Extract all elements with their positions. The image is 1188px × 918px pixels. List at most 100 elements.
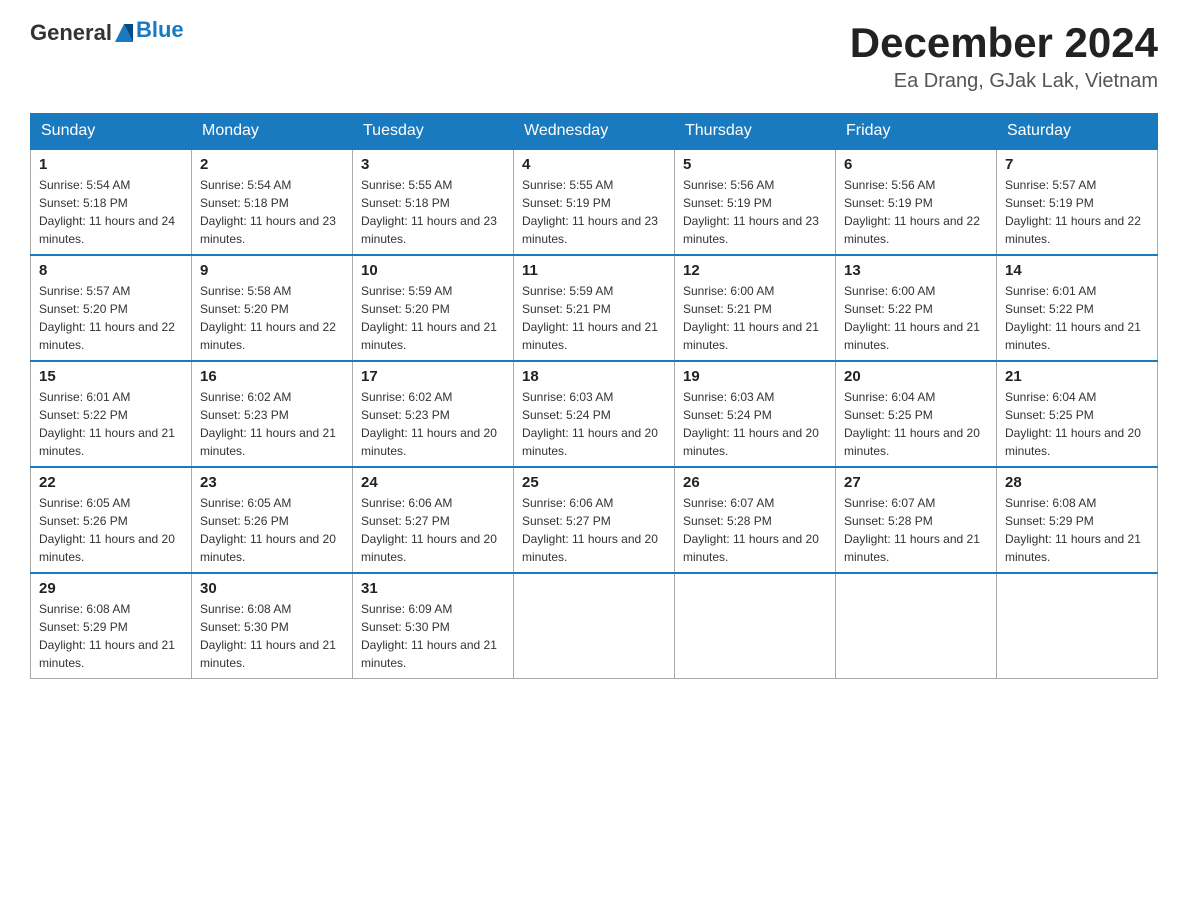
day-number: 28 bbox=[1005, 474, 1149, 491]
calendar-day-cell: 31Sunrise: 6:09 AMSunset: 5:30 PMDayligh… bbox=[353, 573, 514, 679]
calendar-week-row: 15Sunrise: 6:01 AMSunset: 5:22 PMDayligh… bbox=[31, 361, 1158, 467]
day-number: 8 bbox=[39, 262, 183, 279]
calendar-day-cell: 2 Sunrise: 5:54 AMSunset: 5:18 PMDaylight… bbox=[192, 149, 353, 255]
day-of-week-header: Tuesday bbox=[353, 114, 514, 150]
day-info: Sunrise: 5:58 AMSunset: 5:20 PMDaylight:… bbox=[200, 282, 344, 354]
day-of-week-header: Monday bbox=[192, 114, 353, 150]
day-of-week-header: Saturday bbox=[997, 114, 1158, 150]
calendar-day-cell: 3Sunrise: 5:55 AMSunset: 5:18 PMDaylight… bbox=[353, 149, 514, 255]
month-year-title: December 2024 bbox=[850, 20, 1158, 66]
day-number: 27 bbox=[844, 474, 988, 491]
calendar-day-cell: 10Sunrise: 5:59 AMSunset: 5:20 PMDayligh… bbox=[353, 255, 514, 361]
calendar-day-cell: 6 Sunrise: 5:56 AMSunset: 5:19 PMDaylight… bbox=[836, 149, 997, 255]
calendar-week-row: 1 Sunrise: 5:54 AMSunset: 5:18 PMDaylight… bbox=[31, 149, 1158, 255]
calendar-day-cell: 7 Sunrise: 5:57 AMSunset: 5:19 PMDaylight… bbox=[997, 149, 1158, 255]
day-number: 2 bbox=[200, 156, 344, 173]
day-number: 7 bbox=[1005, 156, 1149, 173]
day-info: Sunrise: 5:56 AMSunset: 5:19 PMDaylight:… bbox=[683, 176, 827, 248]
calendar-day-cell: 13 Sunrise: 6:00 AMSunset: 5:22 PMDayligh… bbox=[836, 255, 997, 361]
day-number: 3 bbox=[361, 156, 505, 173]
day-info: Sunrise: 6:04 AMSunset: 5:25 PMDaylight:… bbox=[1005, 388, 1149, 460]
logo-icon bbox=[113, 22, 135, 44]
day-info: Sunrise: 5:54 AMSunset: 5:18 PMDaylight:… bbox=[200, 176, 344, 248]
calendar-day-cell: 29Sunrise: 6:08 AMSunset: 5:29 PMDayligh… bbox=[31, 573, 192, 679]
calendar-day-cell bbox=[675, 573, 836, 679]
day-number: 23 bbox=[200, 474, 344, 491]
day-info: Sunrise: 6:07 AMSunset: 5:28 PMDaylight:… bbox=[683, 494, 827, 566]
calendar-day-cell: 18 Sunrise: 6:03 AMSunset: 5:24 PMDayligh… bbox=[514, 361, 675, 467]
calendar-day-cell: 12Sunrise: 6:00 AMSunset: 5:21 PMDayligh… bbox=[675, 255, 836, 361]
day-number: 16 bbox=[200, 368, 344, 385]
day-number: 19 bbox=[683, 368, 827, 385]
logo-text-general: General bbox=[30, 20, 112, 46]
calendar-day-cell: 16 Sunrise: 6:02 AMSunset: 5:23 PMDayligh… bbox=[192, 361, 353, 467]
day-of-week-header: Thursday bbox=[675, 114, 836, 150]
day-number: 14 bbox=[1005, 262, 1149, 279]
day-info: Sunrise: 6:01 AMSunset: 5:22 PMDaylight:… bbox=[1005, 282, 1149, 354]
day-number: 26 bbox=[683, 474, 827, 491]
logo: General Blue bbox=[30, 20, 184, 46]
day-number: 17 bbox=[361, 368, 505, 385]
calendar-week-row: 29Sunrise: 6:08 AMSunset: 5:29 PMDayligh… bbox=[31, 573, 1158, 679]
day-number: 30 bbox=[200, 580, 344, 597]
calendar-day-cell: 17 Sunrise: 6:02 AMSunset: 5:23 PMDayligh… bbox=[353, 361, 514, 467]
day-info: Sunrise: 6:07 AMSunset: 5:28 PMDaylight:… bbox=[844, 494, 988, 566]
day-info: Sunrise: 5:54 AMSunset: 5:18 PMDaylight:… bbox=[39, 176, 183, 248]
day-info: Sunrise: 5:57 AMSunset: 5:19 PMDaylight:… bbox=[1005, 176, 1149, 248]
calendar-week-row: 8Sunrise: 5:57 AMSunset: 5:20 PMDaylight… bbox=[31, 255, 1158, 361]
day-info: Sunrise: 5:59 AMSunset: 5:21 PMDaylight:… bbox=[522, 282, 666, 354]
day-info: Sunrise: 5:56 AMSunset: 5:19 PMDaylight:… bbox=[844, 176, 988, 248]
day-info: Sunrise: 6:06 AMSunset: 5:27 PMDaylight:… bbox=[522, 494, 666, 566]
day-info: Sunrise: 6:09 AMSunset: 5:30 PMDaylight:… bbox=[361, 600, 505, 672]
calendar-day-cell: 15Sunrise: 6:01 AMSunset: 5:22 PMDayligh… bbox=[31, 361, 192, 467]
day-info: Sunrise: 6:08 AMSunset: 5:29 PMDaylight:… bbox=[1005, 494, 1149, 566]
calendar-day-cell: 11 Sunrise: 5:59 AMSunset: 5:21 PMDayligh… bbox=[514, 255, 675, 361]
day-number: 5 bbox=[683, 156, 827, 173]
calendar-day-cell: 23 Sunrise: 6:05 AMSunset: 5:26 PMDayligh… bbox=[192, 467, 353, 573]
day-info: Sunrise: 6:00 AMSunset: 5:21 PMDaylight:… bbox=[683, 282, 827, 354]
day-number: 25 bbox=[522, 474, 666, 491]
calendar-day-cell: 30 Sunrise: 6:08 AMSunset: 5:30 PMDayligh… bbox=[192, 573, 353, 679]
calendar-week-row: 22 Sunrise: 6:05 AMSunset: 5:26 PMDayligh… bbox=[31, 467, 1158, 573]
calendar-day-cell: 26 Sunrise: 6:07 AMSunset: 5:28 PMDayligh… bbox=[675, 467, 836, 573]
day-number: 21 bbox=[1005, 368, 1149, 385]
calendar-day-cell: 28 Sunrise: 6:08 AMSunset: 5:29 PMDayligh… bbox=[997, 467, 1158, 573]
day-number: 13 bbox=[844, 262, 988, 279]
title-section: December 2024 Ea Drang, GJak Lak, Vietna… bbox=[850, 20, 1158, 93]
calendar-day-cell: 27 Sunrise: 6:07 AMSunset: 5:28 PMDayligh… bbox=[836, 467, 997, 573]
day-info: Sunrise: 6:03 AMSunset: 5:24 PMDaylight:… bbox=[522, 388, 666, 460]
day-info: Sunrise: 6:02 AMSunset: 5:23 PMDaylight:… bbox=[200, 388, 344, 460]
day-number: 18 bbox=[522, 368, 666, 385]
day-number: 11 bbox=[522, 262, 666, 279]
day-info: Sunrise: 6:08 AMSunset: 5:29 PMDaylight:… bbox=[39, 600, 183, 672]
day-info: Sunrise: 6:00 AMSunset: 5:22 PMDaylight:… bbox=[844, 282, 988, 354]
calendar-day-cell: 8Sunrise: 5:57 AMSunset: 5:20 PMDaylight… bbox=[31, 255, 192, 361]
logo-text-blue: Blue bbox=[136, 17, 184, 43]
day-info: Sunrise: 6:05 AMSunset: 5:26 PMDaylight:… bbox=[39, 494, 183, 566]
calendar-day-cell bbox=[997, 573, 1158, 679]
calendar-day-cell: 4Sunrise: 5:55 AMSunset: 5:19 PMDaylight… bbox=[514, 149, 675, 255]
days-of-week-row: SundayMondayTuesdayWednesdayThursdayFrid… bbox=[31, 114, 1158, 150]
day-number: 22 bbox=[39, 474, 183, 491]
calendar-day-cell: 25 Sunrise: 6:06 AMSunset: 5:27 PMDayligh… bbox=[514, 467, 675, 573]
calendar-day-cell bbox=[514, 573, 675, 679]
day-number: 6 bbox=[844, 156, 988, 173]
day-info: Sunrise: 6:05 AMSunset: 5:26 PMDaylight:… bbox=[200, 494, 344, 566]
calendar-table: SundayMondayTuesdayWednesdayThursdayFrid… bbox=[30, 113, 1158, 679]
day-number: 1 bbox=[39, 156, 183, 173]
day-info: Sunrise: 6:06 AMSunset: 5:27 PMDaylight:… bbox=[361, 494, 505, 566]
calendar-day-cell: 1 Sunrise: 5:54 AMSunset: 5:18 PMDaylight… bbox=[31, 149, 192, 255]
calendar-body: 1 Sunrise: 5:54 AMSunset: 5:18 PMDaylight… bbox=[31, 149, 1158, 679]
day-of-week-header: Wednesday bbox=[514, 114, 675, 150]
day-number: 10 bbox=[361, 262, 505, 279]
calendar-day-cell: 9Sunrise: 5:58 AMSunset: 5:20 PMDaylight… bbox=[192, 255, 353, 361]
day-info: Sunrise: 6:01 AMSunset: 5:22 PMDaylight:… bbox=[39, 388, 183, 460]
day-info: Sunrise: 6:03 AMSunset: 5:24 PMDaylight:… bbox=[683, 388, 827, 460]
calendar-day-cell: 24Sunrise: 6:06 AMSunset: 5:27 PMDayligh… bbox=[353, 467, 514, 573]
calendar-day-cell: 20Sunrise: 6:04 AMSunset: 5:25 PMDayligh… bbox=[836, 361, 997, 467]
page-header: General Blue December 2024 Ea Drang, GJa… bbox=[30, 20, 1158, 93]
day-info: Sunrise: 6:08 AMSunset: 5:30 PMDaylight:… bbox=[200, 600, 344, 672]
day-info: Sunrise: 6:02 AMSunset: 5:23 PMDaylight:… bbox=[361, 388, 505, 460]
day-of-week-header: Friday bbox=[836, 114, 997, 150]
calendar-header: SundayMondayTuesdayWednesdayThursdayFrid… bbox=[31, 114, 1158, 150]
